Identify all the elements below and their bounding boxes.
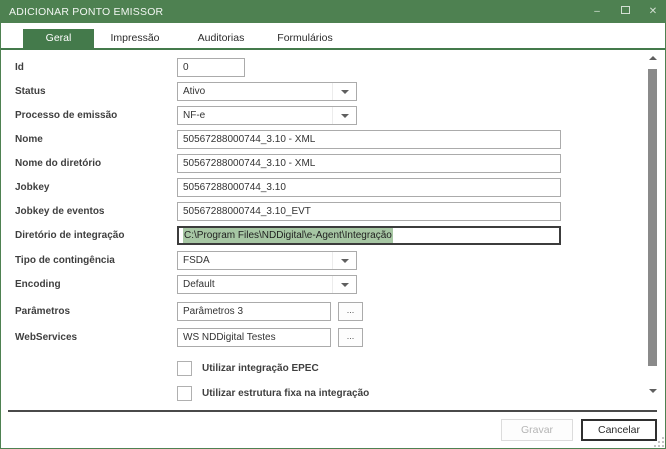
- chevron-down-icon[interactable]: [332, 107, 356, 124]
- epec-checkbox-label: Utilizar integração EPEC: [202, 359, 319, 378]
- tab-formularios[interactable]: Formulários: [267, 29, 343, 48]
- jobkey-eventos-label: Jobkey de eventos: [15, 202, 104, 221]
- field-row-diretorio-integracao: Diretório de integração C:\Program Files…: [1, 226, 665, 245]
- id-value: 0: [183, 60, 189, 76]
- epec-checkbox[interactable]: [177, 361, 192, 376]
- tab-geral[interactable]: Geral: [23, 29, 94, 48]
- webservices-input[interactable]: WS NDDigital Testes: [177, 328, 331, 347]
- parametros-value: Parâmetros 3: [183, 304, 243, 320]
- minimize-button[interactable]: –: [591, 1, 603, 23]
- chevron-down-icon[interactable]: [332, 276, 356, 293]
- id-input[interactable]: 0: [177, 58, 245, 77]
- status-dropdown[interactable]: Ativo: [177, 82, 357, 101]
- encoding-dropdown[interactable]: Default: [177, 275, 357, 294]
- contingencia-dropdown[interactable]: FSDA: [177, 251, 357, 270]
- field-row-status: Status Ativo: [1, 82, 665, 101]
- nome-diretorio-value: 50567288000744_3.10 - XML: [183, 156, 315, 172]
- tab-auditorias[interactable]: Auditorias: [187, 29, 255, 48]
- nome-label: Nome: [15, 130, 43, 149]
- status-value: Ativo: [183, 84, 205, 100]
- estrutura-fixa-checkbox[interactable]: [177, 386, 192, 401]
- field-row-nome-diretorio: Nome do diretório 50567288000744_3.10 - …: [1, 154, 665, 173]
- resize-grip-icon[interactable]: [654, 437, 664, 447]
- chevron-down-icon[interactable]: [332, 252, 356, 269]
- scroll-up-icon[interactable]: [646, 52, 660, 64]
- nome-diretorio-input[interactable]: 50567288000744_3.10 - XML: [177, 154, 561, 173]
- id-label: Id: [15, 58, 24, 77]
- encoding-value: Default: [183, 277, 215, 293]
- nome-diretorio-label: Nome do diretório: [15, 154, 101, 173]
- cancel-button[interactable]: Cancelar: [581, 419, 657, 441]
- webservices-value: WS NDDigital Testes: [183, 330, 276, 346]
- parametros-label: Parâmetros: [15, 302, 70, 321]
- window-controls: – ✕: [591, 1, 659, 23]
- parametros-browse-button[interactable]: ...: [338, 302, 363, 321]
- title-bar[interactable]: ADICIONAR PONTO EMISSOR – ✕: [1, 1, 665, 23]
- jobkey-eventos-input[interactable]: 50567288000744_3.10_EVT: [177, 202, 561, 221]
- nome-value: 50567288000744_3.10 - XML: [183, 132, 315, 148]
- contingencia-value: FSDA: [183, 253, 210, 269]
- estrutura-fixa-checkbox-label: Utilizar estrutura fixa na integração: [202, 384, 369, 403]
- form-area: Id 0 Status Ativo Processo de emissão NF…: [1, 52, 665, 412]
- nome-input[interactable]: 50567288000744_3.10 - XML: [177, 130, 561, 149]
- field-row-id: Id 0: [1, 58, 665, 77]
- status-label: Status: [15, 82, 46, 101]
- window-title: ADICIONAR PONTO EMISSOR: [1, 6, 163, 18]
- checkbox-row-estrutura-fixa: Utilizar estrutura fixa na integração: [1, 384, 665, 403]
- field-row-processo: Processo de emissão NF-e: [1, 106, 665, 125]
- maximize-button[interactable]: [619, 1, 631, 23]
- checkbox-row-epec: Utilizar integração EPEC: [1, 359, 665, 378]
- selected-text: C:\Program Files\NDDigital\e-Agent\Integ…: [183, 228, 393, 244]
- diretorio-integracao-input[interactable]: C:\Program Files\NDDigital\e-Agent\Integ…: [177, 226, 561, 245]
- webservices-label: WebServices: [15, 328, 77, 347]
- field-row-jobkey-eventos: Jobkey de eventos 50567288000744_3.10_EV…: [1, 202, 665, 221]
- tab-impressao[interactable]: Impressão: [101, 29, 169, 48]
- jobkey-value: 50567288000744_3.10: [183, 180, 286, 196]
- processo-dropdown[interactable]: NF-e: [177, 106, 357, 125]
- webservices-browse-button[interactable]: ...: [338, 328, 363, 347]
- parametros-input[interactable]: Parâmetros 3: [177, 302, 331, 321]
- footer: Gravar Cancelar: [1, 412, 665, 448]
- save-button[interactable]: Gravar: [501, 419, 573, 441]
- chevron-down-icon[interactable]: [332, 83, 356, 100]
- field-row-nome: Nome 50567288000744_3.10 - XML: [1, 130, 665, 149]
- maximize-icon: [621, 6, 630, 14]
- add-emitter-dialog: ADICIONAR PONTO EMISSOR – ✕ Geral Impres…: [0, 0, 666, 449]
- field-row-webservices: WebServices WS NDDigital Testes ...: [1, 328, 665, 347]
- jobkey-eventos-value: 50567288000744_3.10_EVT: [183, 204, 311, 220]
- field-row-contingencia: Tipo de contingência FSDA: [1, 251, 665, 270]
- encoding-label: Encoding: [15, 275, 61, 294]
- scrollbar-thumb[interactable]: [648, 69, 657, 366]
- tab-bar: Geral Impressão Auditorias Formulários: [1, 23, 665, 50]
- diretorio-integracao-label: Diretório de integração: [15, 226, 124, 245]
- jobkey-input[interactable]: 50567288000744_3.10: [177, 178, 561, 197]
- scroll-down-icon[interactable]: [646, 385, 660, 397]
- field-row-parametros: Parâmetros Parâmetros 3 ...: [1, 302, 665, 321]
- contingencia-label: Tipo de contingência: [15, 251, 115, 270]
- close-button[interactable]: ✕: [647, 1, 659, 23]
- jobkey-label: Jobkey: [15, 178, 49, 197]
- processo-label: Processo de emissão: [15, 106, 117, 125]
- vertical-scrollbar[interactable]: [646, 52, 660, 399]
- processo-value: NF-e: [183, 108, 205, 124]
- field-row-encoding: Encoding Default: [1, 275, 665, 294]
- field-row-jobkey: Jobkey 50567288000744_3.10: [1, 178, 665, 197]
